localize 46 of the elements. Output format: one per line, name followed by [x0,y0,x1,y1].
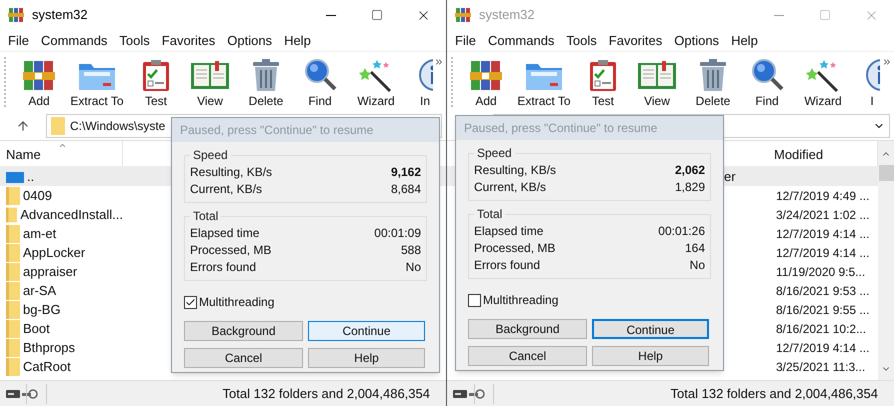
dialog-title: Paused, press "Continue" to resume [180,122,374,139]
stat-label: Elapsed time [190,225,260,242]
window-title: system32 [32,6,88,24]
stat-value: 588 [400,242,421,259]
status-text: Total 132 folders and 2,004,486,354 [222,384,430,403]
stat-value: 1,829 [674,179,705,196]
file-name: CatRoot [23,358,71,376]
stat-value: 9,162 [390,164,421,181]
modified-date: 8/16/2021 9:53 ... [776,282,870,300]
group-label: Speed [192,147,229,164]
stat-value: 8,684 [390,181,421,198]
file-name: bg-BG [23,300,61,319]
status-text: Total 132 folders and 2,004,486,354 [670,384,878,403]
stat-value: No [406,259,421,276]
window-title: system32 [479,6,535,24]
file-name: am-et [23,224,56,243]
stat-value: 2,062 [674,162,705,179]
stat-label: Resulting, KB/s [190,164,272,181]
checkbox-label: Multithreading [483,292,558,309]
file-name: .. [27,168,34,186]
group-label: Total [192,208,220,225]
stat-label: Errors found [474,257,540,274]
stat-label: Current, KB/s [190,181,262,198]
file-name: Boot [23,320,50,338]
stat-value: 00:01:26 [658,223,705,240]
stat-value: 00:01:09 [374,225,421,242]
file-name: appraiser [23,262,78,281]
file-name: AdvancedInstall... [20,206,123,224]
stat-label: Current, KB/s [474,179,546,196]
stat-label: Errors found [190,259,256,276]
stat-label: Resulting, KB/s [474,162,556,179]
file-name: AppLocker [23,244,86,262]
dialog-title: Paused, press "Continue" to resume [464,120,658,137]
stat-value: No [690,257,705,274]
stat-value: 164 [684,240,705,257]
group-label: Speed [476,145,513,162]
modified-date: 3/25/2021 11:3... [776,358,866,376]
file-name: ar-SA [23,282,56,300]
stat-label: Elapsed time [474,223,544,240]
file-name: 0409 [23,186,52,205]
checkbox-label: Multithreading [199,294,274,311]
stat-label: Processed, MB [190,242,272,259]
group-label: Total [476,206,504,223]
file-name: Bthprops [23,338,76,357]
file-type: er [724,168,736,184]
stat-label: Processed, MB [474,240,556,257]
